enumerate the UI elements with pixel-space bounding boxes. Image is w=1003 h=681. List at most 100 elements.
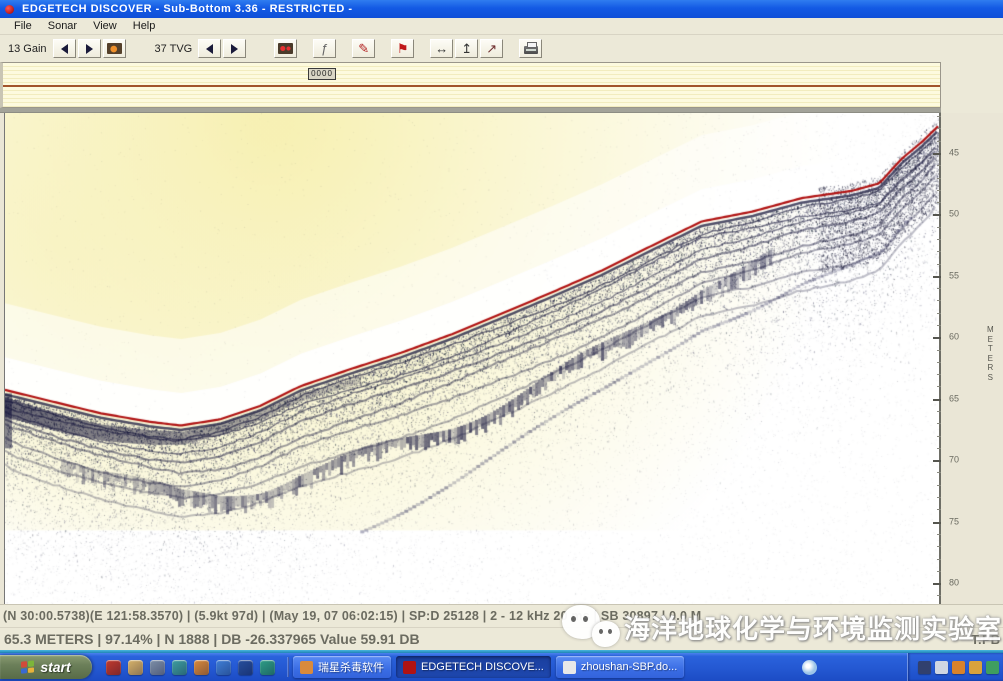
gain-auto-button[interactable] [103,39,126,58]
axis-tick [937,411,941,412]
taskbar-button-document[interactable]: zhoushan-SBP.do... [556,656,684,678]
axis-tick [937,448,941,449]
app-icon [5,5,14,14]
windows-flag-icon [21,660,35,674]
axis-tick [933,276,941,278]
msn-icon[interactable] [238,660,253,675]
axis-tick [937,595,941,596]
monitor-icon[interactable] [935,661,948,674]
taskbar-separator [287,657,289,677]
axis-unit-label: METERS [987,325,994,382]
tvg-decrease-button[interactable] [198,39,221,58]
lion-icon[interactable] [952,661,965,674]
ping-ruler-strip: 0000 [0,62,941,108]
left-arrow-icon [61,44,68,54]
network-icon[interactable] [986,661,999,674]
titlebar[interactable]: EDGETECH DISCOVER - Sub-Bottom 3.36 - RE… [0,0,1003,18]
axis-tick [937,423,941,424]
folder-icon[interactable] [128,660,143,675]
antivirus-icon [300,661,313,674]
measure-button[interactable]: ↗ [480,39,503,58]
axis-tick [933,337,941,339]
measurement-status-text: 65.3 METERS | 97.14% | N 1888 | DB -26.3… [4,631,420,647]
axis-tick [937,178,941,179]
gain-target-icon [107,43,122,54]
axis-tick [937,313,941,314]
edgetech-icon [403,661,416,674]
axis-tick-label: 65 [949,393,959,403]
print-button[interactable] [519,39,542,58]
axis-tick [937,141,941,142]
gain-decrease-button[interactable] [53,39,76,58]
axis-tick [937,190,941,191]
axis-tick [937,288,941,289]
scope-icon [278,43,293,54]
person-icon[interactable] [194,660,209,675]
function-icon: ƒ [321,42,328,55]
ping-trace-line [3,85,940,87]
axis-tick [937,571,941,572]
internet-explorer-icon[interactable] [216,660,231,675]
quick-launch-bar [98,653,283,681]
right-arrow-icon [231,44,238,54]
axis-tick [937,300,941,301]
umbrella-icon[interactable] [172,660,187,675]
ping-marker-box: 0000 [308,68,336,80]
ping-ruler-row: 0000 [0,62,1003,108]
menubar: FileSonarViewHelp [0,18,1003,35]
printer-icon [524,46,538,54]
axis-tick [937,362,941,363]
menu-item-sonar[interactable]: Sonar [40,19,85,33]
axis-tick-label: 75 [949,516,959,526]
taskbar-button-label: EDGETECH DISCOVE... [421,661,544,673]
pen-icon: ✎ [358,42,369,55]
sub-bottom-echogram [4,113,940,604]
axis-tick [937,325,941,326]
axis-tick [937,509,941,510]
event-mark-button[interactable]: ⚑ [391,39,414,58]
eye-icon[interactable] [802,660,817,675]
status-bar-navigation: (N 30:00.5738)(E 121:58.3570) | (5.9kt 9… [0,604,1003,627]
horizontal-arrows-icon: ↔ [435,42,448,55]
taskbar-button-label: 瑞星杀毒软件 [318,659,384,675]
taskbar-button-edgetech[interactable]: EDGETECH DISCOVE... [396,656,551,678]
axis-tick [937,559,941,560]
start-button[interactable]: start [0,655,92,679]
axis-tick [937,202,941,203]
axis-tick [933,214,941,216]
sonar-scope-button[interactable] [274,39,297,58]
axis-tick [937,374,941,375]
annotate-button[interactable]: ✎ [352,39,375,58]
media-alert-icon[interactable] [106,660,121,675]
left-arrow-icon [206,44,213,54]
menu-item-file[interactable]: File [6,19,40,33]
menu-item-view[interactable]: View [85,19,125,33]
gain-increase-button[interactable] [78,39,101,58]
update-icon[interactable] [969,661,982,674]
signal-function-button[interactable]: ƒ [313,39,336,58]
window-title: EDGETECH DISCOVER - Sub-Bottom 3.36 - RE… [22,3,353,15]
menu-item-help[interactable]: Help [125,19,164,33]
system-tray [907,653,1003,681]
vertical-shift-button[interactable]: ↥ [455,39,478,58]
axis-tick-label: 45 [949,147,959,157]
status-right-fragment: T:PB [971,632,1000,647]
shield-icon[interactable] [918,661,931,674]
sonar-display-row: METERS 4550556065707580 [0,113,1003,604]
taskbar-button-antivirus[interactable]: 瑞星杀毒软件 [293,656,391,678]
axis-tick-label: 60 [949,332,959,342]
taskbar-button-label: zhoushan-SBP.do... [581,661,677,673]
right-arrow-icon [86,44,93,54]
tvg-increase-button[interactable] [223,39,246,58]
document-icon [563,661,576,674]
axis-tick-label: 70 [949,455,959,465]
globe-icon[interactable] [150,660,165,675]
axis-tick [937,472,941,473]
tvg-value-label: 37 TVG [155,43,193,55]
diagonal-arrow-icon: ↗ [486,42,497,55]
horizontal-scale-button[interactable]: ↔ [430,39,453,58]
axis-tick [937,128,941,129]
application-window: EDGETECH DISCOVER - Sub-Bottom 3.36 - RE… [0,0,1003,681]
axis-tick-label: 55 [949,270,959,280]
sphere-icon[interactable] [260,660,275,675]
